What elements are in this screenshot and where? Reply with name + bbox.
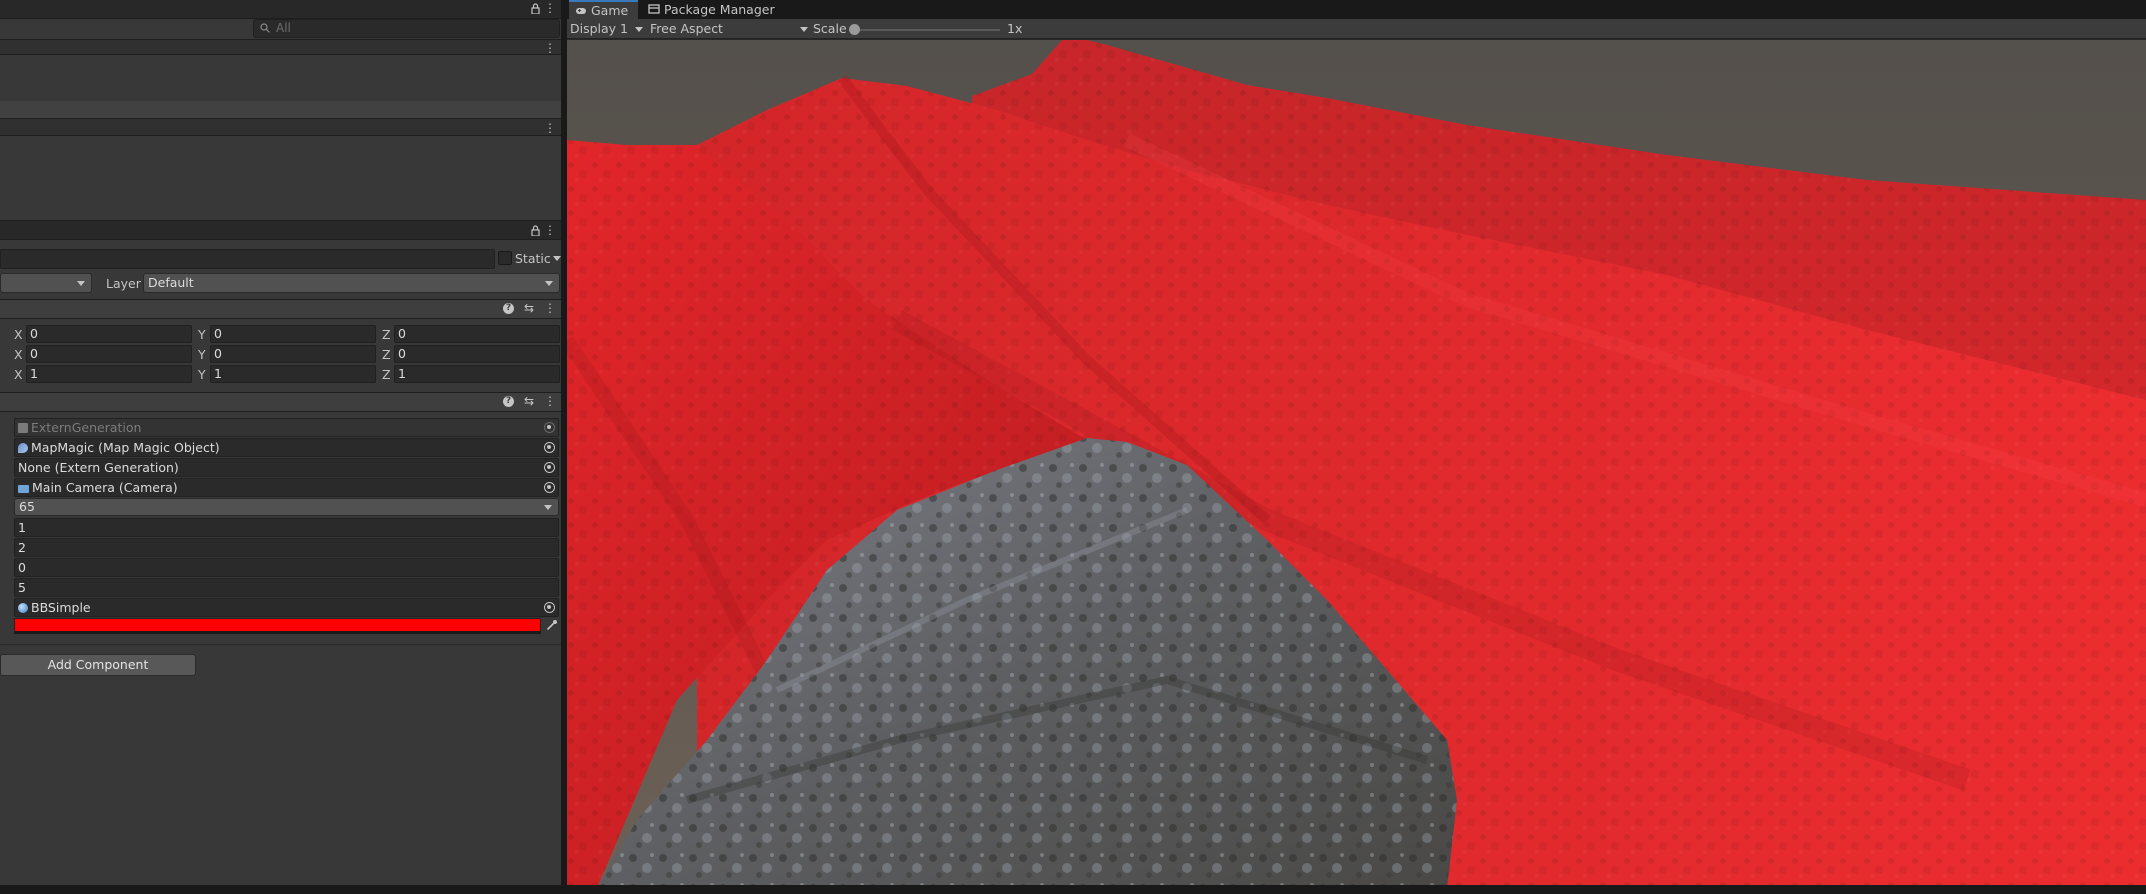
tab-game[interactable]: Game bbox=[569, 0, 638, 19]
map-magic-field[interactable]: MapMagic (Map Magic Object) bbox=[14, 438, 559, 457]
display-dropdown[interactable]: Display 1 bbox=[570, 19, 645, 39]
material-icon bbox=[18, 603, 28, 613]
scale-value: 1x bbox=[1007, 21, 1023, 36]
object-picker-icon bbox=[544, 422, 555, 433]
script-field: ExternGeneration bbox=[14, 418, 559, 437]
tab-package-manager[interactable]: Package Manager bbox=[642, 0, 782, 19]
search-placeholder: All bbox=[276, 21, 291, 35]
transform-header: ? ⇆ ⋮ bbox=[0, 299, 561, 319]
rotation-x[interactable]: X 0 bbox=[14, 345, 194, 365]
static-checkbox[interactable] bbox=[498, 251, 512, 265]
lock-icon[interactable] bbox=[531, 3, 540, 14]
scale-z[interactable]: Z 1 bbox=[382, 365, 561, 385]
eyedropper-icon[interactable] bbox=[546, 619, 558, 631]
object-picker-icon[interactable] bbox=[544, 602, 555, 613]
static-label: Static bbox=[515, 251, 551, 266]
help-icon[interactable]: ? bbox=[502, 303, 514, 314]
camera-icon bbox=[18, 485, 29, 493]
scale-label: Scale bbox=[813, 21, 847, 36]
layer-label: Layer bbox=[106, 276, 141, 291]
status-bar bbox=[0, 885, 2146, 894]
tab-bar: Game Package Manager bbox=[567, 0, 2146, 19]
material-field[interactable]: BBSimple bbox=[14, 598, 559, 617]
script-component-header: ? ⇆ ⋮ bbox=[0, 392, 561, 412]
kebab-menu-icon[interactable]: ⋮ bbox=[544, 395, 556, 407]
hierarchy-search-input[interactable]: All bbox=[253, 19, 560, 38]
scale-slider-track[interactable] bbox=[855, 29, 1000, 31]
extern-generation-field[interactable]: None (Extern Generation) bbox=[14, 458, 559, 477]
layer-value: Default bbox=[148, 275, 194, 290]
inspector-panel: ⋮ All ⋮ ⋮ ⋮ Static Layer Default ? ⇆ ⋮ X… bbox=[0, 0, 564, 894]
position-x[interactable]: X 0 bbox=[14, 325, 194, 345]
color-field[interactable] bbox=[14, 618, 541, 634]
preset-icon[interactable]: ⇆ bbox=[524, 395, 534, 407]
aspect-dropdown[interactable]: Free Aspect bbox=[650, 19, 810, 39]
kebab-menu-icon[interactable]: ⋮ bbox=[544, 302, 556, 314]
object-name-field[interactable] bbox=[0, 249, 495, 269]
scale-y[interactable]: Y 1 bbox=[198, 365, 378, 385]
preset-icon[interactable]: ⇆ bbox=[524, 302, 534, 314]
int-field-3[interactable]: 0 bbox=[14, 558, 559, 577]
section-header: ⋮ bbox=[0, 39, 561, 55]
int-field-4[interactable]: 5 bbox=[14, 578, 559, 597]
terrain-render bbox=[567, 40, 2146, 888]
search-icon bbox=[260, 23, 270, 33]
layer-dropdown[interactable]: Default bbox=[143, 273, 560, 293]
scale-x[interactable]: X 1 bbox=[14, 365, 194, 385]
inspector-header: ⋮ bbox=[0, 220, 561, 240]
rotation-y[interactable]: Y 0 bbox=[198, 345, 378, 365]
add-component-button[interactable]: Add Component bbox=[0, 654, 196, 676]
gamepad-icon bbox=[576, 8, 586, 14]
map-magic-icon bbox=[18, 443, 28, 453]
value-dropdown[interactable]: 65 bbox=[14, 498, 559, 516]
int-field-1[interactable]: 1 bbox=[14, 518, 559, 537]
scale-slider-knob[interactable] bbox=[849, 24, 860, 35]
object-picker-icon[interactable] bbox=[544, 442, 555, 453]
game-toolbar: Display 1 Free Aspect Scale 1x bbox=[567, 19, 2146, 39]
lock-icon[interactable] bbox=[531, 225, 540, 236]
object-picker-icon[interactable] bbox=[544, 462, 555, 473]
position-z[interactable]: Z 0 bbox=[382, 325, 561, 345]
hierarchy-header: ⋮ bbox=[0, 0, 561, 19]
script-icon bbox=[18, 423, 28, 433]
game-panel: Game Package Manager Display 1 Free Aspe… bbox=[567, 0, 2146, 894]
tag-dropdown[interactable] bbox=[0, 273, 92, 293]
game-viewport[interactable] bbox=[567, 40, 2146, 888]
help-icon[interactable]: ? bbox=[502, 396, 514, 407]
rotation-z[interactable]: Z 0 bbox=[382, 345, 561, 365]
object-picker-icon[interactable] bbox=[544, 482, 555, 493]
int-field-2[interactable]: 2 bbox=[14, 538, 559, 557]
kebab-menu-icon[interactable]: ⋮ bbox=[544, 42, 556, 54]
static-toggle[interactable]: Static bbox=[515, 250, 561, 268]
package-icon bbox=[648, 4, 660, 14]
kebab-menu-icon[interactable]: ⋮ bbox=[544, 2, 556, 14]
divider bbox=[0, 644, 561, 645]
position-y[interactable]: Y 0 bbox=[198, 325, 378, 345]
kebab-menu-icon[interactable]: ⋮ bbox=[544, 224, 556, 236]
section-header: ⋮ bbox=[0, 118, 561, 136]
camera-field[interactable]: Main Camera (Camera) bbox=[14, 478, 559, 497]
kebab-menu-icon[interactable]: ⋮ bbox=[544, 122, 556, 134]
